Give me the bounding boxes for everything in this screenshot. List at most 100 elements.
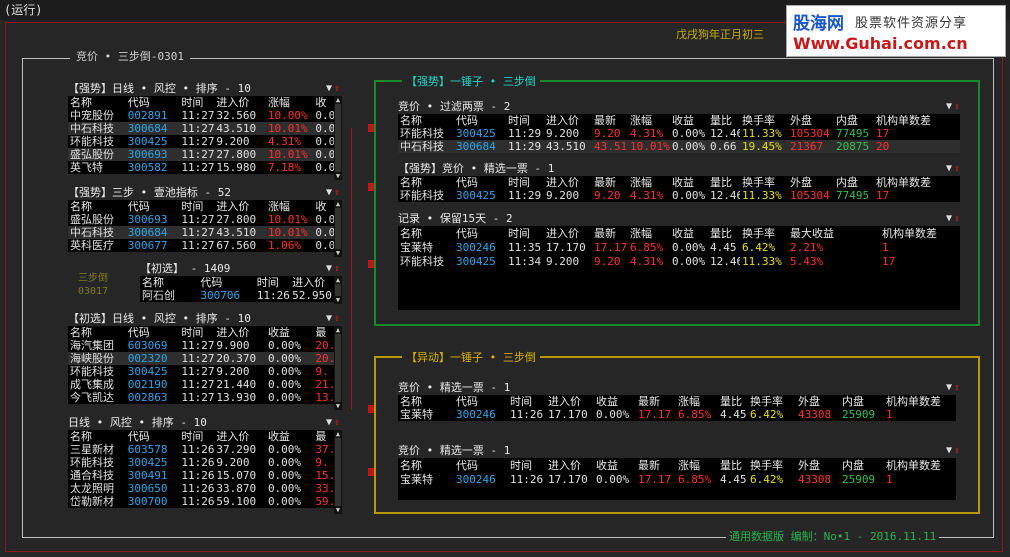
column-header[interactable]: 名称 bbox=[398, 114, 454, 127]
column-header[interactable]: 内盘 bbox=[840, 395, 884, 408]
arrow-up-icon[interactable]: ⇧ bbox=[954, 101, 960, 112]
column-header[interactable]: 名称 bbox=[68, 430, 126, 443]
column-header[interactable]: 名称 bbox=[398, 226, 454, 240]
column-header[interactable]: 收益 bbox=[670, 114, 708, 127]
dropdown-icon[interactable]: ▼ bbox=[946, 382, 952, 393]
table-row[interactable]: 盛弘股份 300693 11:27 27.800 10.01% 0.0 bbox=[68, 213, 334, 226]
column-header[interactable]: 机构单数差 bbox=[880, 226, 960, 240]
column-header[interactable]: 内盘 bbox=[834, 114, 874, 127]
arrow-up-icon[interactable]: ⇧ bbox=[954, 163, 960, 174]
column-header[interactable]: 进入价 bbox=[544, 114, 592, 127]
dropdown-icon[interactable]: ▼ bbox=[326, 417, 332, 428]
column-header[interactable]: 机构单数差 bbox=[874, 176, 960, 189]
column-header[interactable]: 机构单数差 bbox=[884, 395, 956, 408]
column-header[interactable]: 名称 bbox=[68, 326, 126, 339]
arrow-up-icon[interactable]: ⇧ bbox=[954, 382, 960, 393]
column-header[interactable]: 时间 bbox=[179, 200, 215, 213]
arrow-up-icon[interactable]: ⇧ bbox=[334, 313, 340, 324]
column-header[interactable]: 最新 bbox=[592, 114, 628, 127]
column-header[interactable]: 名称 bbox=[68, 200, 126, 213]
column-header[interactable]: 换手率 bbox=[740, 114, 788, 127]
table-row[interactable]: 环能科技 300425 11:29 9.200 9.20 4.31% 0.00% 12.46 1… bbox=[398, 189, 960, 202]
dropdown-icon[interactable]: ▼ bbox=[946, 213, 952, 224]
column-header[interactable]: 收 bbox=[313, 200, 334, 213]
column-header[interactable]: 名称 bbox=[398, 395, 454, 408]
column-header[interactable]: 时间 bbox=[506, 176, 544, 189]
scroll-up-icon[interactable]: ▲ bbox=[334, 96, 342, 104]
column-header[interactable]: 换手率 bbox=[740, 226, 788, 240]
column-header[interactable]: 最新 bbox=[592, 176, 628, 189]
column-header[interactable]: 涨幅 bbox=[676, 458, 718, 472]
column-header[interactable]: 代码 bbox=[454, 176, 506, 189]
column-header[interactable]: 涨幅 bbox=[628, 114, 670, 127]
table-row[interactable]: 环能科技 300425 11:29 9.200 9.20 4.31% 0.00% 12.46 1… bbox=[398, 127, 960, 140]
dropdown-icon[interactable]: ▼ bbox=[326, 263, 332, 274]
table-row[interactable]: 宝莱特 300246 11:26 17.170 0.00% 17.17 6.85% 4.45 6… bbox=[398, 408, 956, 421]
column-header[interactable]: 换手率 bbox=[740, 176, 788, 189]
column-header[interactable]: 内盘 bbox=[840, 458, 884, 472]
column-header[interactable]: 换手率 bbox=[748, 395, 796, 408]
column-header[interactable]: 内盘 bbox=[834, 176, 874, 189]
column-header[interactable]: 时间 bbox=[254, 276, 291, 289]
table-row[interactable]: 宝莱特 300246 11:35 17.170 17.17 6.85% 0.00% 4.45 6… bbox=[398, 240, 960, 254]
column-header[interactable]: 机构单数差 bbox=[874, 114, 960, 127]
table-row[interactable]: 英飞特 300582 11:27 15.980 7.18% 0.0 bbox=[68, 161, 334, 174]
table-row[interactable]: 环能科技 300425 11:34 9.200 9.20 4.31% 0.00% 12.46 1… bbox=[398, 254, 960, 268]
table-row[interactable]: 中石科技 300684 11:29 43.510 43.51 10.01% 0.00% 0.6… bbox=[398, 140, 960, 153]
table-row[interactable]: 今飞凯达 002863 11:27 13.930 0.00% 13. bbox=[68, 391, 334, 404]
column-header[interactable]: 涨幅 bbox=[676, 395, 718, 408]
column-header[interactable]: 外盘 bbox=[796, 458, 840, 472]
dropdown-icon[interactable]: ▼ bbox=[326, 313, 332, 324]
table-row[interactable]: 海峡股份 002320 11:27 20.370 0.00% 20. bbox=[68, 352, 334, 365]
table-row[interactable]: 英科医疗 300677 11:27 67.560 1.06% 0.0 bbox=[68, 239, 334, 252]
column-header[interactable]: 量比 bbox=[718, 395, 748, 408]
table-row[interactable]: 宝莱特 300246 11:26 17.170 0.00% 17.17 6.85% 4.45 6… bbox=[398, 472, 956, 486]
scrollbar[interactable]: ▲ ▼ bbox=[334, 430, 342, 514]
column-header[interactable]: 代码 bbox=[454, 458, 508, 472]
table-row[interactable]: 环能科技 300425 11:27 9.200 0.00% 9. bbox=[68, 365, 334, 378]
column-header[interactable]: 收益 bbox=[594, 458, 636, 472]
column-header[interactable]: 最新 bbox=[636, 458, 676, 472]
dropdown-icon[interactable]: ▼ bbox=[946, 163, 952, 174]
column-header[interactable]: 代码 bbox=[125, 326, 180, 339]
dropdown-icon[interactable]: ▼ bbox=[326, 187, 332, 198]
column-header[interactable]: 收益 bbox=[265, 326, 314, 339]
column-header[interactable]: 收 bbox=[313, 96, 334, 109]
table-row[interactable]: 岱勒新材 300700 11:26 59.100 0.00% 59. bbox=[68, 495, 334, 508]
table-row[interactable]: 环能科技 300425 11:27 9.200 4.31% 0.0 bbox=[68, 135, 334, 148]
column-header[interactable]: 时间 bbox=[508, 395, 546, 408]
column-header[interactable]: 进入价 bbox=[214, 326, 266, 339]
column-header[interactable]: 名称 bbox=[398, 458, 454, 472]
arrow-up-icon[interactable]: ⇧ bbox=[954, 445, 960, 456]
dropdown-icon[interactable]: ▼ bbox=[946, 101, 952, 112]
arrow-up-icon[interactable]: ⇧ bbox=[334, 263, 340, 274]
column-header[interactable]: 涨幅 bbox=[628, 176, 670, 189]
column-header[interactable]: 进入价 bbox=[544, 176, 592, 189]
column-header[interactable]: 最 bbox=[313, 326, 334, 339]
arrow-up-icon[interactable]: ⇧ bbox=[334, 417, 340, 428]
column-header[interactable]: 代码 bbox=[454, 395, 508, 408]
scroll-up-icon[interactable]: ▲ bbox=[334, 200, 342, 208]
column-header[interactable]: 代码 bbox=[125, 430, 180, 443]
scroll-down-icon[interactable]: ▼ bbox=[334, 296, 342, 304]
scrollbar[interactable]: ▲ ▼ bbox=[334, 276, 342, 304]
arrow-up-icon[interactable]: ⇧ bbox=[334, 83, 340, 94]
column-header[interactable]: 最 bbox=[313, 430, 334, 443]
table-row[interactable]: 阿石创 300706 11:26 52.950 bbox=[140, 289, 334, 302]
column-header[interactable]: 量比 bbox=[718, 458, 748, 472]
column-header[interactable]: 时间 bbox=[506, 114, 544, 127]
column-header[interactable]: 换手率 bbox=[748, 458, 796, 472]
column-header[interactable]: 代码 bbox=[454, 114, 506, 127]
column-header[interactable]: 量比 bbox=[708, 114, 740, 127]
column-header[interactable]: 代码 bbox=[125, 200, 180, 213]
table-row[interactable]: 中石科技 300684 11:27 43.510 10.01% 0.0 bbox=[68, 226, 334, 239]
scroll-down-icon[interactable]: ▼ bbox=[334, 402, 342, 410]
column-header[interactable]: 进入价 bbox=[544, 226, 592, 240]
scroll-down-icon[interactable]: ▼ bbox=[334, 172, 342, 180]
arrow-up-icon[interactable]: ⇧ bbox=[334, 187, 340, 198]
table-row[interactable]: 成飞集成 002190 11:27 21.440 0.00% 21. bbox=[68, 378, 334, 391]
column-header[interactable]: 量比 bbox=[708, 226, 740, 240]
column-header[interactable]: 收益 bbox=[670, 176, 708, 189]
column-header[interactable]: 进入价 bbox=[214, 96, 266, 109]
scrollbar[interactable]: ▲ ▼ bbox=[334, 200, 342, 257]
